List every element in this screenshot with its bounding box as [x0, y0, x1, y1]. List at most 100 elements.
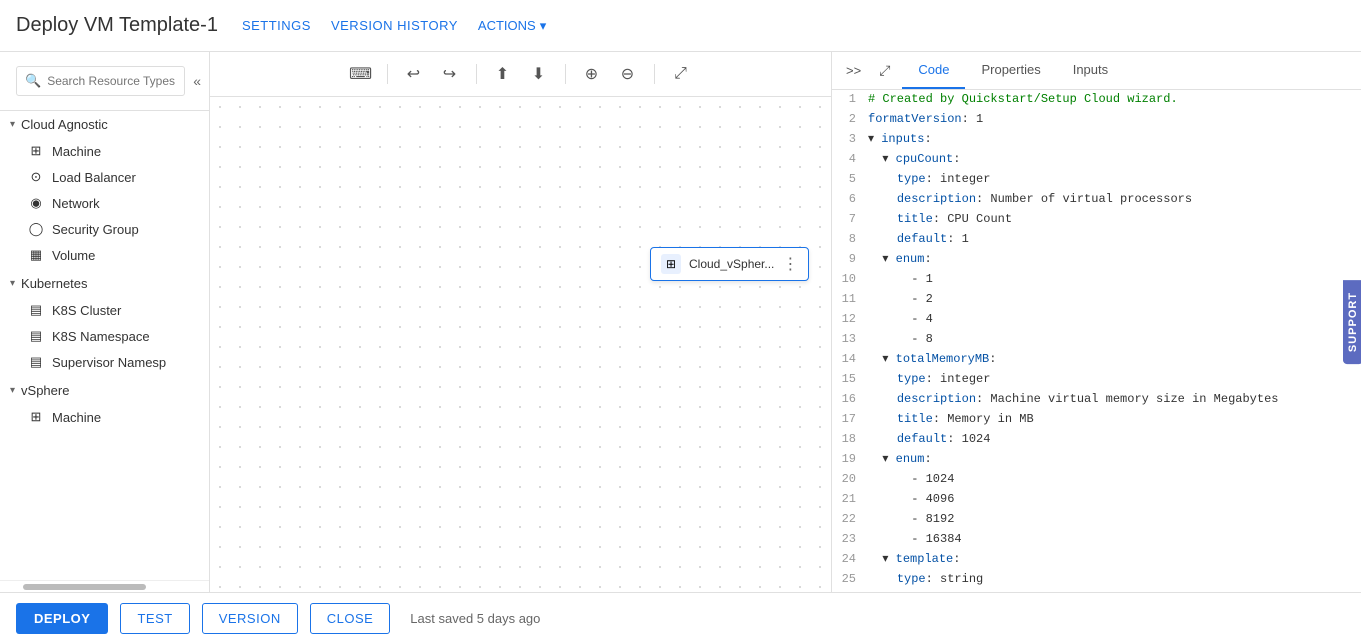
code-line: 23 - 16384 [832, 530, 1361, 550]
k8s-namespace-icon: ▤ [28, 328, 44, 344]
version-button[interactable]: VERSION [202, 603, 298, 634]
category-vsphere: ▾ vSphere ⊞ Machine [0, 377, 209, 430]
node-menu-button[interactable]: ⋮ [782, 254, 798, 274]
code-line: 11 - 2 [832, 290, 1361, 310]
code-line: 25 type: string [832, 570, 1361, 590]
deploy-button[interactable]: DEPLOY [16, 603, 108, 634]
code-line: 13 - 8 [832, 330, 1361, 350]
category-label: Cloud Agnostic [21, 117, 108, 132]
resource-item-machine-vsphere[interactable]: ⊞ Machine [0, 404, 209, 430]
app-header: Deploy VM Template-1 SETTINGS VERSION HI… [0, 0, 1361, 52]
k8s-cluster-icon: ▤ [28, 302, 44, 318]
code-line: 3 ▾ inputs: [832, 130, 1361, 150]
code-panel-tabs: >> ⤢ Code Properties Inputs [832, 52, 1361, 90]
design-canvas[interactable]: ⊞ Cloud_vSpher... ⋮ [210, 97, 831, 592]
category-label: vSphere [21, 383, 69, 398]
resource-label: Volume [52, 248, 95, 263]
expand-button[interactable]: ⤢ [667, 60, 695, 88]
keyboard-button[interactable]: ⌨ [347, 60, 375, 88]
machine-vsphere-icon: ⊞ [28, 409, 44, 425]
support-tab[interactable]: SUPPORT [1343, 280, 1361, 364]
canvas-toolbar: ⌨ ↩ ↪ ⬆ ⬇ ⊕ ⊖ ⤢ [210, 52, 831, 97]
chevron-down-icon: ▾ [540, 18, 547, 34]
collapse-sidebar-button[interactable]: « [193, 73, 201, 89]
code-line: 4 ▾ cpuCount: [832, 150, 1361, 170]
category-label: Kubernetes [21, 276, 88, 291]
code-line: 6 description: Number of virtual process… [832, 190, 1361, 210]
canvas-background [210, 97, 831, 592]
header-nav: SETTINGS VERSION HISTORY ACTIONS ▾ [242, 18, 546, 34]
settings-link[interactable]: SETTINGS [242, 18, 311, 34]
code-line: 22 - 8192 [832, 510, 1361, 530]
code-line: 16 description: Machine virtual memory s… [832, 390, 1361, 410]
category-cloud-agnostic: ▾ Cloud Agnostic ⊞ Machine ⊙ Load Balanc… [0, 111, 209, 268]
code-line: 14 ▾ totalMemoryMB: [832, 350, 1361, 370]
toolbar-divider-2 [476, 64, 477, 84]
code-line: 2 formatVersion: 1 [832, 110, 1361, 130]
canvas-area: ⌨ ↩ ↪ ⬆ ⬇ ⊕ ⊖ ⤢ ⊞ Cloud_vSpher... ⋮ [210, 52, 831, 592]
code-line: 19 ▾ enum: [832, 450, 1361, 470]
tab-inputs[interactable]: Inputs [1057, 52, 1124, 89]
external-link-button[interactable]: ⤢ [873, 54, 896, 87]
version-history-link[interactable]: VERSION HISTORY [331, 18, 458, 34]
last-saved-status: Last saved 5 days ago [410, 611, 540, 626]
resource-item-network[interactable]: ◉ Network [0, 190, 209, 216]
zoom-out-button[interactable]: ⊖ [614, 60, 642, 88]
resource-item-machine-agnostic[interactable]: ⊞ Machine [0, 138, 209, 164]
security-group-icon: ◯ [28, 221, 44, 237]
search-input[interactable] [47, 74, 176, 88]
code-line: 26 title: VM Template [832, 590, 1361, 592]
actions-dropdown[interactable]: ACTIONS ▾ [478, 18, 546, 34]
zoom-in-button[interactable]: ⊕ [578, 60, 606, 88]
upload-button[interactable]: ⬆ [489, 60, 517, 88]
resource-item-load-balancer[interactable]: ⊙ Load Balancer [0, 164, 209, 190]
category-header-cloud-agnostic[interactable]: ▾ Cloud Agnostic [0, 111, 209, 138]
close-button[interactable]: CLOSE [310, 603, 391, 634]
volume-icon: ▦ [28, 247, 44, 263]
code-line: 8 default: 1 [832, 230, 1361, 250]
redo-button[interactable]: ↪ [436, 60, 464, 88]
canvas-node-cloud-vsphere[interactable]: ⊞ Cloud_vSpher... ⋮ [650, 247, 809, 281]
undo-button[interactable]: ↩ [400, 60, 428, 88]
resource-label: Load Balancer [52, 170, 136, 185]
test-button[interactable]: TEST [120, 603, 189, 634]
machine-icon: ⊞ [28, 143, 44, 159]
sidebar-scrollbar[interactable] [0, 580, 209, 592]
resource-label: K8S Namespace [52, 329, 150, 344]
category-kubernetes: ▾ Kubernetes ▤ K8S Cluster ▤ K8S Namespa… [0, 270, 209, 375]
footer: DEPLOY TEST VERSION CLOSE Last saved 5 d… [0, 592, 1361, 644]
category-header-kubernetes[interactable]: ▾ Kubernetes [0, 270, 209, 297]
toolbar-divider-4 [654, 64, 655, 84]
code-line: 20 - 1024 [832, 470, 1361, 490]
network-icon: ◉ [28, 195, 44, 211]
code-line: 7 title: CPU Count [832, 210, 1361, 230]
tab-code[interactable]: Code [902, 52, 965, 89]
code-line: 10 - 1 [832, 270, 1361, 290]
node-icon: ⊞ [661, 254, 681, 274]
main-content: 🔍 « ▾ Cloud Agnostic ⊞ Machine ⊙ Load Ba… [0, 52, 1361, 592]
category-header-vsphere[interactable]: ▾ vSphere [0, 377, 209, 404]
code-line: 21 - 4096 [832, 490, 1361, 510]
resource-item-supervisor-namespace[interactable]: ▤ Supervisor Namesp [0, 349, 209, 375]
sidebar-categories: ▾ Cloud Agnostic ⊞ Machine ⊙ Load Balanc… [0, 111, 209, 580]
tab-properties[interactable]: Properties [965, 52, 1056, 89]
code-line: 18 default: 1024 [832, 430, 1361, 450]
resource-item-k8s-cluster[interactable]: ▤ K8S Cluster [0, 297, 209, 323]
download-button[interactable]: ⬇ [525, 60, 553, 88]
chevron-down-icon: ▾ [10, 385, 15, 396]
search-icon: 🔍 [25, 73, 41, 89]
code-line: 17 title: Memory in MB [832, 410, 1361, 430]
code-line: 12 - 4 [832, 310, 1361, 330]
sidebar-header: 🔍 « [0, 52, 209, 111]
resource-item-security-group[interactable]: ◯ Security Group [0, 216, 209, 242]
code-editor[interactable]: 1 # Created by Quickstart/Setup Cloud wi… [832, 90, 1361, 592]
code-line: 5 type: integer [832, 170, 1361, 190]
resource-label: Machine [52, 144, 101, 159]
resource-label: K8S Cluster [52, 303, 121, 318]
supervisor-namespace-icon: ▤ [28, 354, 44, 370]
expand-code-button[interactable]: >> [840, 55, 867, 86]
search-resource-types[interactable]: 🔍 [16, 66, 185, 96]
code-panel: >> ⤢ Code Properties Inputs 1 # Created … [831, 52, 1361, 592]
resource-item-volume[interactable]: ▦ Volume [0, 242, 209, 268]
resource-item-k8s-namespace[interactable]: ▤ K8S Namespace [0, 323, 209, 349]
